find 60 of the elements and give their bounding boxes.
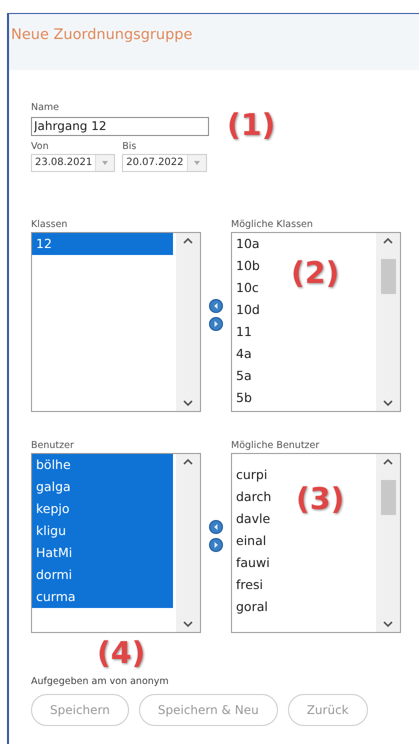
window-title: Neue Zuordnungsgruppe bbox=[11, 27, 192, 43]
callout-number: (1) bbox=[227, 111, 276, 141]
callout-number: (2) bbox=[291, 259, 340, 289]
scroll-up-icon[interactable] bbox=[383, 237, 393, 245]
list-item[interactable]: 12 bbox=[32, 233, 173, 255]
list-item[interactable]: kligu bbox=[32, 520, 173, 542]
list-item[interactable]: davle bbox=[232, 508, 274, 530]
list-item[interactable]: curma bbox=[32, 586, 173, 608]
list-item[interactable]: dormi bbox=[32, 564, 173, 586]
caret-icon bbox=[102, 161, 108, 165]
list-label: Benutzer bbox=[31, 440, 75, 451]
scroll-down-icon[interactable] bbox=[383, 620, 393, 628]
arrow-left-icon[interactable] bbox=[209, 299, 223, 313]
list-item[interactable]: 4a bbox=[232, 343, 256, 365]
scroll-down-icon[interactable] bbox=[383, 399, 393, 407]
scroll-down-icon[interactable] bbox=[183, 620, 193, 628]
caret-icon bbox=[194, 161, 200, 165]
list-item[interactable]: darch bbox=[232, 486, 276, 508]
status-text: Aufgegeben am von anonym bbox=[31, 676, 169, 687]
scroll-up-icon[interactable] bbox=[183, 237, 193, 245]
list-item[interactable]: HatMi bbox=[32, 542, 173, 564]
date-picker[interactable]: 23.08.2021 bbox=[31, 154, 116, 172]
scroll-thumb[interactable] bbox=[380, 480, 396, 515]
list-item[interactable]: fauwi bbox=[232, 552, 274, 574]
arrow-right-icon[interactable] bbox=[209, 538, 223, 552]
list-item[interactable]: goral bbox=[232, 596, 272, 618]
list-item[interactable]: 11 bbox=[232, 321, 256, 343]
scroll-up-icon[interactable] bbox=[383, 458, 393, 466]
scroll-up-icon[interactable] bbox=[183, 458, 193, 466]
scroll-thumb[interactable] bbox=[380, 259, 396, 294]
list-label: Klassen bbox=[31, 219, 68, 230]
scrollbar[interactable] bbox=[176, 233, 200, 411]
list-item[interactable]: 5b bbox=[232, 387, 256, 409]
list-box[interactable]: bölhe galga kepjo kligu HatMi dormi curma bbox=[31, 453, 201, 633]
callout-number: (3) bbox=[296, 485, 344, 515]
list-box[interactable]: 12 bbox=[31, 232, 201, 412]
list-label: Mögliche Benutzer bbox=[231, 440, 320, 451]
list-item[interactable]: fresi bbox=[232, 574, 267, 596]
scrollbar[interactable] bbox=[376, 454, 400, 632]
list-item[interactable]: 5a bbox=[232, 365, 256, 387]
arrow-left-icon[interactable] bbox=[209, 520, 223, 534]
list-item[interactable]: einal bbox=[232, 530, 270, 552]
date-picker[interactable]: 20.07.2022 bbox=[122, 154, 207, 172]
list-item[interactable]: galga bbox=[32, 476, 173, 498]
list-item[interactable]: 10c bbox=[232, 277, 263, 299]
arrow-right-icon[interactable] bbox=[209, 317, 223, 331]
field-label: Bis bbox=[122, 141, 138, 152]
callout-number: (4) bbox=[97, 639, 146, 669]
field-label: Name bbox=[31, 102, 60, 113]
field-label: Von bbox=[31, 141, 50, 152]
list-label: Mögliche Klassen bbox=[231, 219, 314, 230]
scrollbar[interactable] bbox=[376, 233, 400, 411]
list-item[interactable]: bölhe bbox=[32, 454, 173, 476]
list-item[interactable]: 10b bbox=[232, 255, 264, 277]
scrollbar[interactable] bbox=[176, 454, 200, 632]
list-item[interactable]: 10d bbox=[232, 299, 264, 321]
list-item[interactable]: 10a bbox=[232, 233, 264, 255]
list-item[interactable]: kepjo bbox=[32, 498, 173, 520]
list-item[interactable]: curpi bbox=[232, 464, 272, 486]
scroll-down-icon[interactable] bbox=[183, 399, 193, 407]
